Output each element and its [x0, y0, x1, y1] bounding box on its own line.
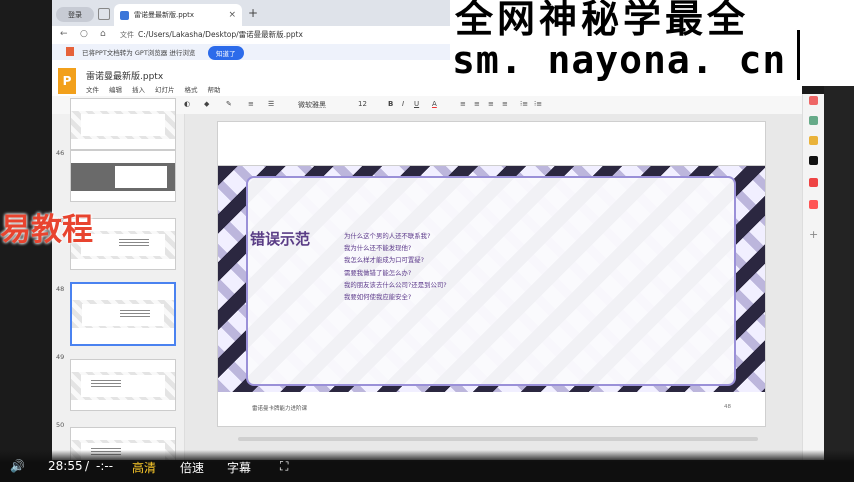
slide-number: 50: [56, 421, 65, 429]
slide-number: 48: [56, 285, 65, 293]
tiktok-icon[interactable]: [809, 156, 818, 165]
question-item: 我要如何使我应能安全?: [344, 293, 412, 302]
profile-button[interactable]: 登录: [56, 7, 94, 22]
line-weight-icon[interactable]: ☰: [268, 100, 274, 108]
question-list: 为什么这个男的人还不联系我? 我为什么还不能发现他? 我怎么样才能成为口可置疑?…: [344, 230, 447, 303]
question-item: 为什么这个男的人还不联系我?: [344, 232, 431, 240]
slide-number: 49: [56, 353, 65, 361]
menu-item[interactable]: 帮助: [208, 84, 221, 94]
previous-slide-fragment: [217, 121, 766, 165]
speed-button[interactable]: 倍速: [180, 459, 204, 476]
horizontal-scrollbar[interactable]: [238, 437, 758, 441]
sidebar-app-icon[interactable]: [809, 136, 818, 145]
menu-item[interactable]: 编辑: [109, 84, 122, 94]
document-filename: 雷诺曼最新版.pptx: [86, 72, 164, 82]
bullet-list-icon[interactable]: ⁝≡: [534, 100, 542, 108]
font-color-icon[interactable]: A: [432, 100, 437, 108]
file-chip: 文件: [120, 31, 134, 39]
watermark-line1: 全网神秘学最全: [455, 0, 750, 41]
tutorial-overlay-text: 易教程: [0, 212, 93, 248]
slide-thumbnail[interactable]: [70, 359, 176, 411]
question-item: 我怎么样才能成为口可置疑?: [344, 256, 425, 265]
text-cursor: [797, 30, 800, 80]
menu-item[interactable]: 幻灯片: [155, 84, 175, 94]
slide-thumbnail[interactable]: [70, 98, 176, 150]
underline-icon[interactable]: U: [414, 100, 419, 108]
font-select[interactable]: 微软雅黑: [298, 100, 326, 110]
current-time: 28:55: [48, 459, 83, 473]
slide-title: 错误示范: [250, 230, 311, 248]
slide-footer: 雷诺曼卡牌能力进阶课: [252, 406, 308, 412]
question-item: 需要我做错了能怎么办?: [344, 268, 412, 277]
current-slide[interactable]: 错误示范 为什么这个男的人还不联系我? 我为什么还不能发现他? 我怎么样才能成为…: [217, 165, 766, 427]
time-separator: /: [85, 459, 90, 473]
tab-close-icon[interactable]: ×: [228, 10, 236, 20]
home-icon[interactable]: ⌂: [100, 29, 106, 39]
quality-button[interactable]: 高清: [132, 459, 156, 476]
subtitle-button[interactable]: 字幕: [227, 459, 251, 476]
got-it-button[interactable]: 知道了: [208, 46, 244, 60]
sidebar-app-icon[interactable]: [809, 116, 818, 125]
line-style-icon[interactable]: ≡: [248, 100, 254, 108]
app-logo: P: [58, 68, 76, 94]
question-item: 我为什么还不能发现他?: [344, 244, 412, 253]
volume-icon[interactable]: 🔊: [10, 459, 25, 473]
tab-title: 雷诺曼最新版.pptx: [134, 11, 194, 19]
shape-icon[interactable]: ◐: [184, 100, 190, 108]
bold-icon[interactable]: B: [388, 100, 393, 108]
slide-thumbnail-panel: 46 47 48 49 50: [52, 98, 185, 460]
slide-thumbnail[interactable]: [70, 150, 176, 202]
weibo-icon[interactable]: [809, 178, 818, 187]
back-icon[interactable]: ←: [60, 29, 68, 39]
slide-number: 46: [56, 149, 65, 157]
align-left-icon[interactable]: ≡: [460, 100, 466, 108]
slide-page-number: 48: [724, 404, 731, 410]
refresh-icon[interactable]: ○: [80, 29, 88, 39]
sidebar-app-icon[interactable]: [809, 96, 818, 105]
content-panel: [246, 176, 736, 386]
pen-icon[interactable]: ✎: [226, 100, 232, 108]
menu-bar: 文件 编辑 插入 幻灯片 格式 帮助: [86, 84, 221, 94]
video-player-bar: 🔊 28:55 / -:-- 高清 倍速 字幕 ⛶: [0, 450, 854, 482]
url-field[interactable]: C:/Users/Lakasha/Desktop/雷诺曼最新版.pptx: [138, 29, 303, 40]
new-tab-button[interactable]: +: [248, 6, 258, 20]
fullscreen-icon[interactable]: ⛶: [280, 459, 288, 474]
italic-icon[interactable]: I: [402, 100, 404, 108]
menu-item[interactable]: 格式: [185, 84, 198, 94]
pdf-icon: [66, 47, 74, 56]
duration: -:--: [96, 459, 114, 473]
align-right-icon[interactable]: ≡: [488, 100, 494, 108]
font-size-select[interactable]: 12: [358, 100, 367, 108]
add-icon[interactable]: +: [809, 229, 818, 240]
menu-item[interactable]: 文件: [86, 84, 99, 94]
justify-icon[interactable]: ≡: [502, 100, 508, 108]
sidebar-toggle-icon[interactable]: [98, 8, 110, 20]
numbered-list-icon[interactable]: ⁝≡: [520, 100, 528, 108]
fill-icon[interactable]: ◆: [204, 100, 209, 108]
profile-label: 登录: [68, 10, 82, 19]
watermark-line2: sm. nayona. cn: [452, 38, 787, 82]
right-sidebar: +: [802, 94, 825, 460]
browser-tab[interactable]: 雷诺曼最新版.pptx ×: [114, 4, 242, 26]
slide-thumbnail-selected[interactable]: [70, 282, 176, 346]
menu-item[interactable]: 插入: [132, 84, 145, 94]
pptx-file-icon: [120, 10, 129, 20]
question-item: 我的朋友该去什么公司?还是到公司?: [344, 280, 447, 289]
align-center-icon[interactable]: ≡: [474, 100, 480, 108]
info-text: 已将PPT文档转为 GPT浏览器 进行浏览: [82, 49, 196, 57]
sidebar-app-icon[interactable]: [809, 200, 818, 209]
